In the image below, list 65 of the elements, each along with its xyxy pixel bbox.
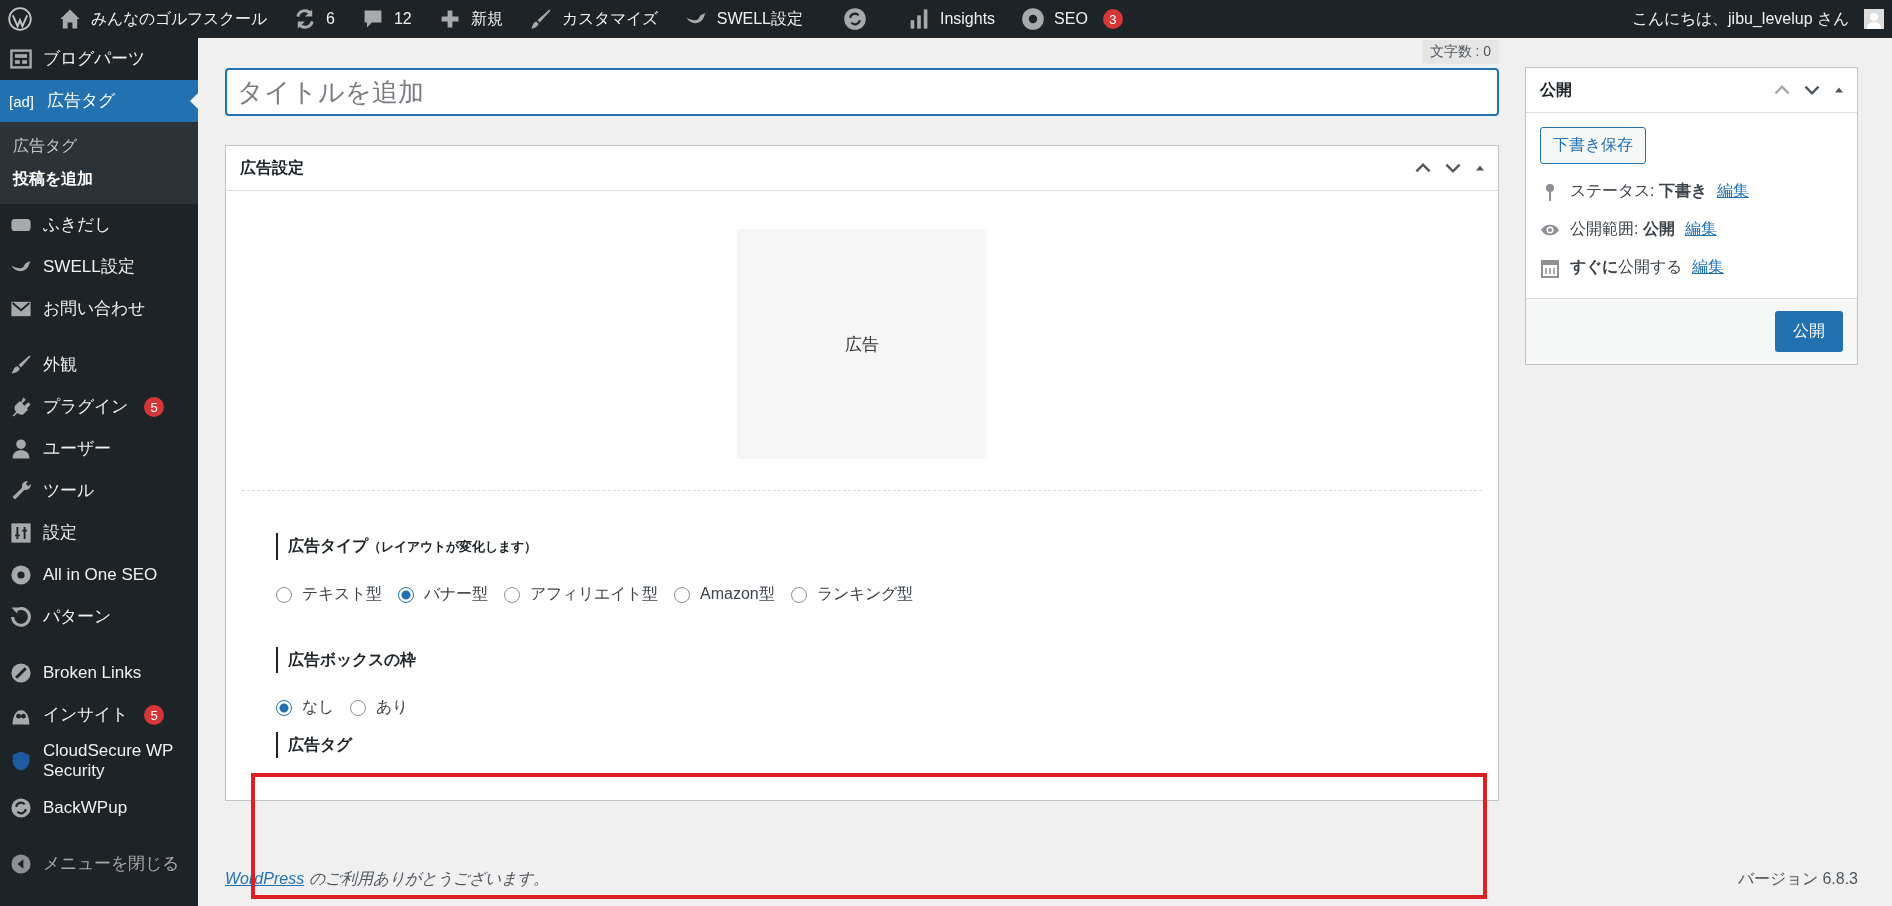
menu-item[interactable]: パターン: [0, 596, 198, 638]
publish-setting: すぐに公開する: [1570, 257, 1682, 277]
version-text: バージョン 6.8.3: [1737, 868, 1858, 889]
menu-item[interactable]: SWELL設定: [0, 246, 198, 288]
section-heading: 広告タイプ（レイアウトが変化します）: [276, 533, 1482, 560]
edit-link[interactable]: 編集: [1716, 181, 1749, 202]
menu-item[interactable]: インサイト 5: [0, 694, 198, 736]
panel-title: 公開: [1540, 79, 1572, 100]
sliders-icon: [9, 521, 33, 545]
account-link[interactable]: こんにちは、jibu_levelup さん: [1632, 8, 1884, 30]
panel-title: 広告設定: [240, 157, 304, 178]
grid-icon: [9, 47, 33, 71]
brush-icon: [528, 7, 553, 31]
collapse-menu-button[interactable]: メニューを閉じる: [0, 842, 198, 885]
menu-item[interactable]: プラグイン 5: [0, 386, 198, 428]
collapse-icon: [9, 851, 33, 876]
swell-settings-link[interactable]: SWELL設定: [683, 7, 803, 31]
menu-item[interactable]: BackWPup: [0, 786, 198, 829]
new-link[interactable]: 新規: [437, 7, 503, 31]
wordpress-logo-icon[interactable]: [8, 7, 32, 31]
menu-item[interactable]: ふきだし: [0, 204, 198, 246]
menu-item[interactable]: ツール: [0, 470, 198, 512]
radio-option[interactable]: あり: [350, 697, 408, 718]
publish-setting: 公開範囲: 公開: [1570, 219, 1675, 239]
radio-option[interactable]: バナー型: [398, 584, 488, 605]
comments-link[interactable]: 12: [360, 7, 412, 31]
insights-link[interactable]: Insights: [906, 7, 996, 31]
save-draft-button[interactable]: 下書き保存: [1540, 127, 1646, 164]
radio-option[interactable]: テキスト型: [276, 584, 382, 605]
edit-link[interactable]: 編集: [1692, 257, 1724, 278]
notification-count: 3: [1102, 9, 1123, 29]
submenu-item[interactable]: 投稿を追加: [0, 163, 198, 196]
menu-item[interactable]: Broken Links: [0, 652, 198, 694]
menu-item[interactable]: 外観: [0, 344, 198, 386]
word-count: 文字数 : 0: [1421, 40, 1499, 64]
ad-preview: 広告: [737, 229, 987, 459]
radio-option[interactable]: ランキング型: [790, 584, 913, 605]
circle-arrows-icon[interactable]: [842, 7, 867, 31]
home-icon: [58, 7, 82, 31]
calendar-icon: [1540, 257, 1560, 278]
footer-text: のご利用ありがとうございます。: [308, 869, 549, 887]
seo-link[interactable]: SEO 3: [1021, 7, 1123, 31]
menu-item[interactable]: お問い合わせ: [0, 288, 198, 330]
menu-item[interactable]: All in One SEO: [0, 554, 198, 596]
circle-arrows-icon: [9, 795, 33, 820]
publish-button[interactable]: 公開: [1775, 311, 1843, 352]
radio-option[interactable]: Amazon型: [674, 584, 775, 605]
radio-option[interactable]: なし: [276, 697, 334, 718]
menu-item[interactable]: [ad] 広告タグ: [0, 80, 198, 122]
menu-item[interactable]: CloudSecure WP Security: [0, 736, 198, 787]
section-heading: 広告ボックスの枠: [276, 647, 1482, 673]
menu-item[interactable]: ブログパーツ: [0, 38, 198, 80]
title-field[interactable]: タイトルを追加: [225, 68, 1499, 116]
avatar-icon: [1864, 9, 1884, 29]
radio-option[interactable]: アフィリエイト型: [504, 584, 658, 605]
section-heading: 広告タグ: [276, 732, 1482, 758]
updates-link[interactable]: 6: [293, 7, 335, 31]
menu-item[interactable]: ユーザー: [0, 428, 198, 470]
site-name-link[interactable]: みんなのゴルフスクール: [58, 7, 267, 31]
menu-item[interactable]: 設定: [0, 512, 198, 554]
customize-link[interactable]: カスタマイズ: [528, 7, 658, 31]
edit-link[interactable]: 編集: [1684, 219, 1717, 240]
submenu-item[interactable]: 広告タグ: [0, 130, 198, 163]
refresh-icon: [9, 605, 33, 629]
publish-setting: ステータス: 下書き: [1570, 181, 1707, 201]
